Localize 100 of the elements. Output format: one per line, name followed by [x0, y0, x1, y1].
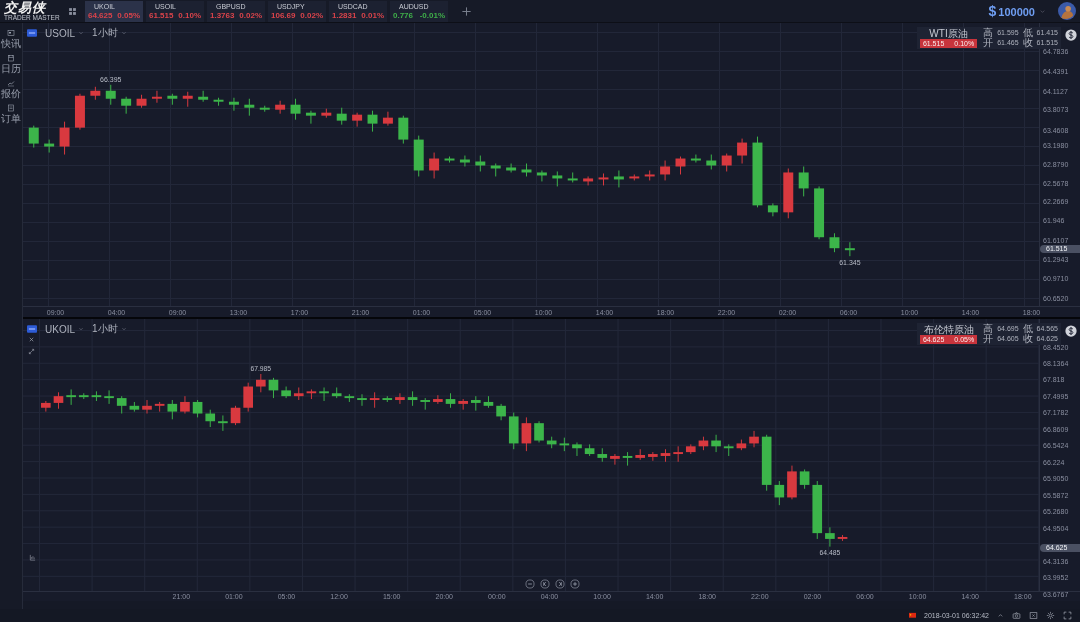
ticker-price: 0.776	[393, 10, 414, 21]
candle	[151, 90, 162, 103]
ohlc-label: 高	[983, 28, 994, 38]
settings-icon[interactable]	[1046, 611, 1055, 620]
sidebar-item[interactable]: 报价	[1, 79, 21, 99]
interval-dropdown[interactable]: 1小时	[92, 26, 127, 40]
camera-icon[interactable]	[1012, 611, 1021, 620]
ticker-price: 1.2831	[332, 10, 357, 21]
caret-icon	[120, 30, 127, 36]
instrument-name: WTI原油	[928, 28, 969, 39]
sidebar-item[interactable]: 订单	[1, 104, 21, 124]
candle	[321, 108, 332, 118]
candle	[182, 91, 193, 107]
bar-chart-icon[interactable]	[29, 554, 36, 561]
close-icon[interactable]	[28, 336, 35, 343]
candle	[506, 163, 517, 173]
ohlc-label: 低	[1022, 324, 1033, 334]
add-icon[interactable]	[461, 5, 472, 17]
candle	[382, 111, 393, 126]
symbol-dropdown[interactable]: UKOIL	[45, 323, 84, 335]
news-icon	[7, 29, 15, 37]
candle	[583, 176, 594, 186]
skip-back-icon[interactable]	[540, 579, 550, 589]
document-icon	[7, 104, 15, 112]
candle	[783, 168, 794, 219]
caret-icon	[120, 326, 127, 332]
skip-forward-icon[interactable]	[555, 579, 565, 589]
ticker-price: 1.3763	[210, 10, 235, 21]
sidebar-item[interactable]: 日历	[1, 54, 21, 74]
candle	[429, 152, 440, 179]
caret-icon	[78, 30, 84, 36]
grid-icon[interactable]	[68, 6, 77, 16]
dollar-icon[interactable]	[1065, 325, 1077, 337]
caret-icon[interactable]	[997, 612, 1004, 619]
zoom-in-icon[interactable]	[570, 579, 580, 589]
candle	[536, 170, 547, 182]
candle	[644, 170, 655, 181]
dollar-icon[interactable]	[1065, 29, 1077, 41]
symbol-dropdown[interactable]: USOIL	[45, 27, 84, 39]
candle	[752, 136, 763, 208]
candle	[413, 135, 424, 177]
candle	[706, 154, 717, 170]
candle	[352, 112, 363, 127]
candle	[767, 203, 778, 217]
ticker-change: 0.02%	[239, 10, 262, 21]
candle	[721, 153, 732, 172]
candle	[228, 97, 239, 111]
ticker-change: 0.01%	[361, 10, 384, 21]
interval-dropdown[interactable]: 1小时	[92, 322, 127, 336]
candle	[521, 163, 532, 177]
candle	[121, 96, 132, 114]
ticker-change: 0.05%	[117, 10, 140, 21]
ticker-price: 61.515	[149, 10, 174, 21]
candle	[814, 186, 825, 240]
ohlc-label: 开	[983, 334, 994, 344]
window-icon[interactable]	[1029, 611, 1038, 620]
zoom-out-icon[interactable]	[525, 579, 535, 589]
candle	[598, 173, 609, 186]
avatar-icon[interactable]	[1058, 2, 1076, 20]
candle	[398, 115, 409, 144]
candle	[675, 156, 686, 175]
candle	[105, 84, 116, 105]
candle	[844, 242, 855, 257]
candle	[829, 233, 840, 253]
ohlc-label: 开	[983, 38, 994, 48]
symbol-badge-icon	[27, 324, 37, 334]
candle	[213, 97, 224, 106]
candle	[167, 93, 178, 105]
candle	[136, 94, 147, 108]
candle	[660, 160, 671, 181]
candle	[798, 166, 809, 197]
ohlc-label: 高	[983, 324, 994, 334]
candle	[567, 172, 578, 183]
candle	[690, 154, 701, 163]
flag-icon[interactable]	[909, 612, 916, 619]
symbol-badge-icon	[27, 28, 37, 38]
candle	[737, 138, 748, 164]
ticker-change: 0.10%	[178, 10, 201, 21]
candle	[459, 155, 470, 167]
ohlc-label: 低	[1022, 28, 1033, 38]
candle	[74, 93, 85, 130]
caret-icon	[78, 326, 84, 332]
candle	[244, 98, 255, 116]
candle	[44, 139, 55, 153]
candle	[336, 107, 347, 125]
candle	[475, 155, 486, 172]
ohlc-label: 收	[1022, 334, 1033, 344]
fullscreen-icon[interactable]	[1063, 611, 1072, 620]
ticker-price: 64.625	[88, 10, 113, 21]
expand-icon[interactable]	[28, 348, 35, 355]
sidebar-item[interactable]: 快讯	[1, 29, 21, 49]
candle	[59, 121, 70, 155]
instrument-name: 布伦特原油	[922, 324, 975, 335]
candle	[367, 110, 378, 132]
candle	[613, 170, 624, 188]
currency-symbol: $	[988, 3, 997, 19]
candle	[290, 98, 301, 120]
account-balance[interactable]: $100000	[988, 3, 1035, 19]
ticker-price: 106.69	[271, 10, 296, 21]
calendar-icon	[7, 54, 15, 62]
